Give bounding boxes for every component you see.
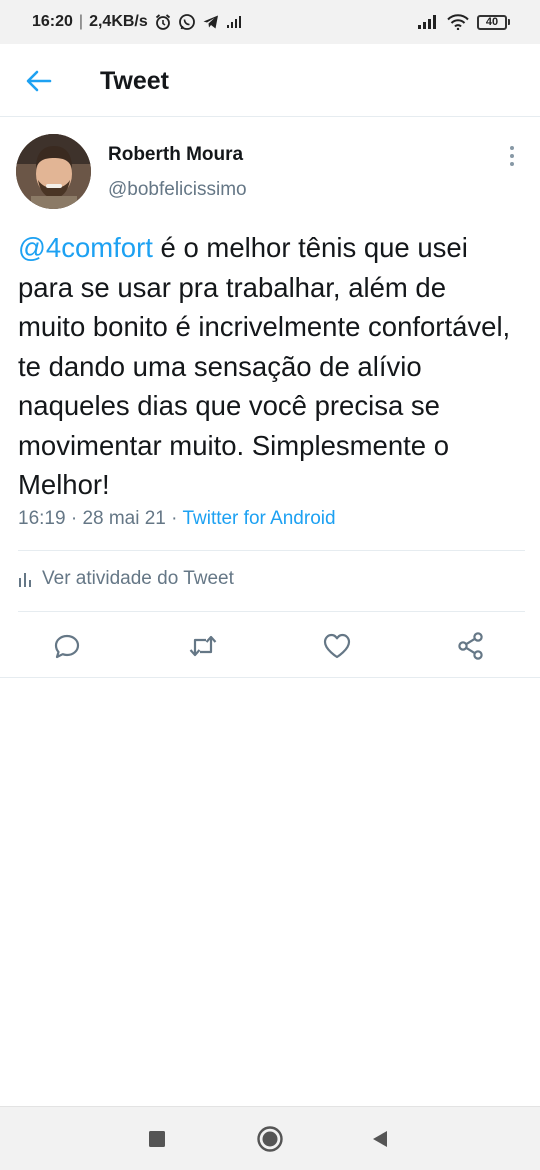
recent-apps-button[interactable] bbox=[141, 1123, 173, 1155]
status-bar: 16:20 | 2,4KB/s 40 bbox=[0, 0, 540, 44]
tweet-actions bbox=[0, 626, 540, 666]
page-title: Tweet bbox=[100, 67, 169, 95]
tweet-text: @4comfort é o melhor tênis que usei para… bbox=[18, 228, 518, 505]
data-icon bbox=[226, 15, 242, 29]
like-button[interactable] bbox=[321, 630, 353, 662]
author-name[interactable]: Roberth Moura bbox=[108, 144, 243, 166]
share-button[interactable] bbox=[455, 630, 487, 662]
battery-icon: 40 bbox=[477, 14, 510, 30]
divider bbox=[0, 677, 540, 678]
status-time: 16:20 bbox=[32, 13, 73, 30]
author-handle[interactable]: @bobfelicissimo bbox=[108, 179, 247, 201]
reply-icon bbox=[54, 634, 80, 659]
tweet-date: 28 mai 21 bbox=[82, 508, 166, 529]
system-nav-bar bbox=[0, 1106, 540, 1170]
signal-icon bbox=[417, 14, 439, 30]
tweet-time: 16:19 bbox=[18, 508, 66, 529]
more-dot bbox=[510, 162, 514, 166]
recent-apps-icon bbox=[149, 1131, 165, 1147]
mention-link[interactable]: @4comfort bbox=[18, 232, 153, 263]
view-activity-link[interactable]: Ver atividade do Tweet bbox=[18, 568, 234, 590]
divider bbox=[18, 550, 525, 551]
avatar[interactable] bbox=[16, 134, 91, 209]
back-nav-button[interactable] bbox=[364, 1123, 396, 1155]
tweet-source[interactable]: Twitter for Android bbox=[182, 508, 335, 529]
avatar-image bbox=[16, 134, 91, 209]
back-button[interactable] bbox=[24, 66, 54, 96]
tweet-body: é o melhor tênis que usei para se usar p… bbox=[18, 232, 511, 500]
retweet-icon bbox=[189, 635, 217, 657]
share-icon bbox=[458, 632, 483, 660]
meta-separator: · bbox=[165, 508, 183, 529]
battery-level: 40 bbox=[477, 14, 507, 30]
alarm-icon bbox=[154, 13, 172, 31]
battery-tip bbox=[508, 19, 510, 25]
status-bar-right: 40 bbox=[417, 14, 510, 30]
tweet-meta: 16:19 · 28 mai 21 · Twitter for Android bbox=[18, 508, 336, 530]
meta-separator: · bbox=[65, 508, 83, 529]
view-activity-label: Ver atividade do Tweet bbox=[42, 568, 234, 589]
reply-button[interactable] bbox=[51, 630, 83, 662]
bar-chart-icon bbox=[19, 573, 31, 587]
home-button[interactable] bbox=[254, 1123, 286, 1155]
status-bar-left: 16:20 | 2,4KB/s bbox=[32, 13, 242, 31]
retweet-button[interactable] bbox=[187, 630, 219, 662]
more-dot bbox=[510, 146, 514, 150]
more-dot bbox=[510, 154, 514, 158]
like-icon bbox=[323, 633, 351, 659]
arrow-left-icon bbox=[26, 70, 52, 92]
home-icon bbox=[257, 1126, 283, 1152]
more-options-button[interactable] bbox=[500, 144, 524, 168]
telegram-icon bbox=[202, 13, 220, 31]
app-header: Tweet bbox=[0, 44, 540, 117]
divider bbox=[18, 611, 525, 612]
status-separator: | bbox=[78, 13, 84, 30]
status-network-speed: 2,4KB/s bbox=[89, 13, 148, 30]
back-icon bbox=[373, 1131, 387, 1147]
wifi-icon bbox=[447, 14, 469, 30]
whatsapp-icon bbox=[178, 13, 196, 31]
